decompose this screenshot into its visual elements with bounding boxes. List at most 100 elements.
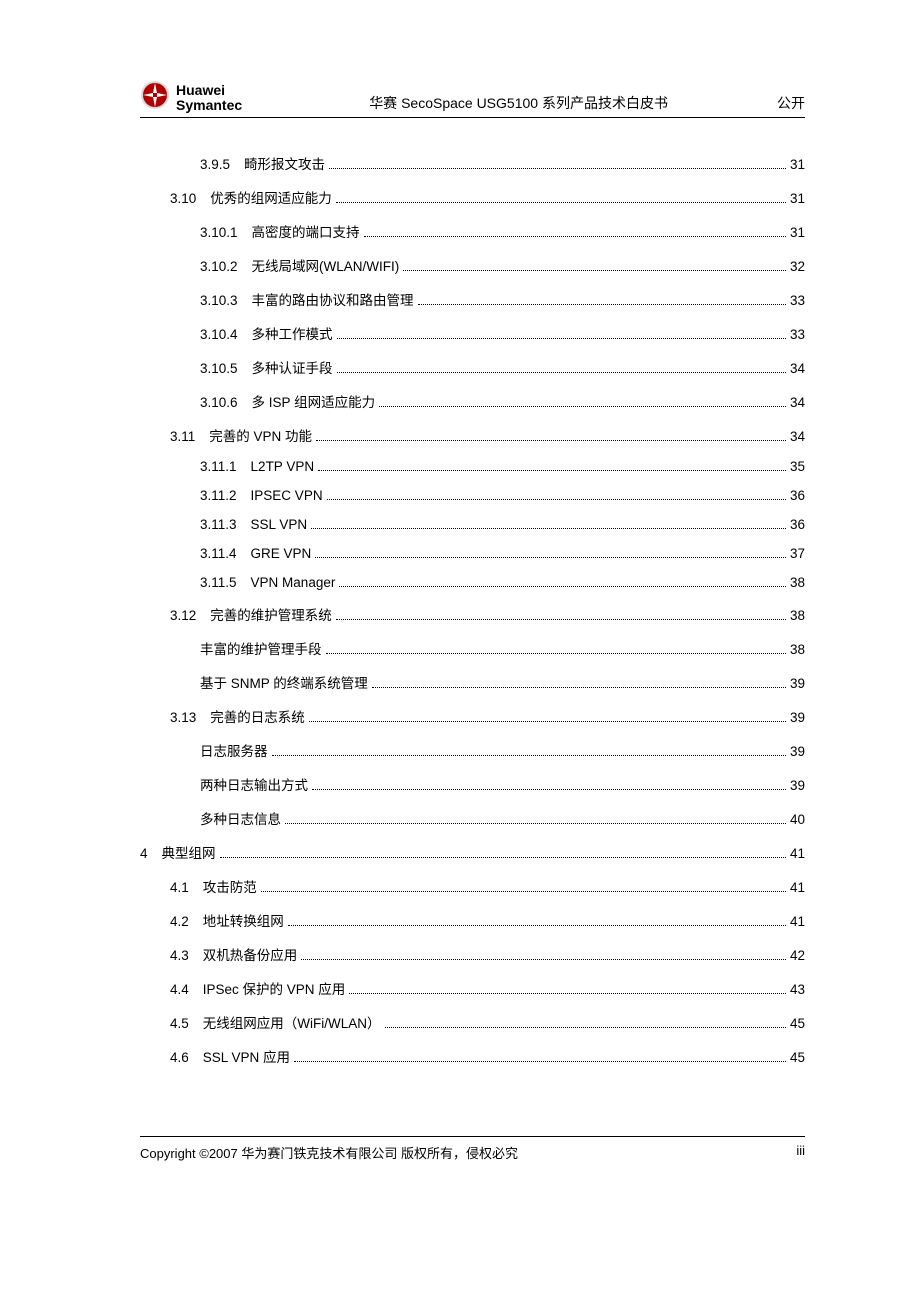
- toc-leader-dots: [336, 202, 786, 203]
- toc-entry-number: 3.10.6: [200, 395, 238, 410]
- toc-entry-page: 41: [790, 880, 805, 895]
- toc-leader-dots: [318, 470, 786, 471]
- toc-entry-page: 34: [790, 429, 805, 444]
- toc-entry-page: 38: [790, 608, 805, 623]
- toc-entry-title: 优秀的组网适应能力: [210, 187, 332, 207]
- toc-entry-title: VPN Manager: [251, 575, 336, 590]
- toc-entry: 3.11完善的 VPN 功能34: [140, 425, 805, 445]
- toc-entry-page: 31: [790, 191, 805, 206]
- sunburst-icon: [140, 80, 170, 115]
- toc-entry-number: 3.13: [170, 710, 196, 725]
- toc-entry-title: 基于 SNMP 的终端系统管理: [200, 672, 368, 692]
- toc-leader-dots: [220, 857, 786, 858]
- copyright-text: Copyright ©2007 华为赛门铁克技术有限公司 版权所有，侵权必究: [140, 1143, 518, 1162]
- header-title: 华赛 SecoSpace USG5100 系列产品技术白皮书: [272, 93, 765, 115]
- toc-entry-page: 36: [790, 517, 805, 532]
- toc-entry: 4.4 IPSec 保护的 VPN 应用 43: [140, 978, 805, 998]
- toc-leader-dots: [329, 168, 786, 169]
- toc-entry-page: 43: [790, 982, 805, 997]
- toc-entry-page: 41: [790, 846, 805, 861]
- toc-entry: 3.10.6多 ISP 组网适应能力34: [140, 391, 805, 411]
- toc-entry-title: 完善的日志系统: [210, 706, 305, 726]
- toc-entry: 4.2 地址转换组网 41: [140, 910, 805, 930]
- toc-entry-number: 3.11.4: [200, 546, 237, 561]
- toc-entry-title: 攻击防范: [203, 876, 257, 896]
- toc-entry-title: 典型组网: [162, 842, 216, 862]
- toc-entry-number: 3.12: [170, 608, 196, 623]
- toc-leader-dots: [288, 925, 786, 926]
- toc-entry-number: 3.11.2: [200, 488, 237, 503]
- toc-entry-title: SSL VPN 应用: [203, 1046, 290, 1066]
- toc-leader-dots: [261, 891, 786, 892]
- toc-entry-page: 32: [790, 259, 805, 274]
- toc-entry: 3.11.2 IPSEC VPN 36: [140, 488, 805, 503]
- toc-leader-dots: [337, 338, 786, 339]
- toc-entry-title: 畸形报文攻击: [244, 153, 325, 173]
- toc-entry-page: 36: [790, 488, 805, 503]
- toc-entry-number: 4.3: [170, 948, 189, 963]
- toc-entry-number: 3.10.3: [200, 293, 238, 308]
- toc-entry-number: 3.10.5: [200, 361, 238, 376]
- toc-entry-number: 3.10.2: [200, 259, 238, 274]
- toc-entry-title: SSL VPN: [251, 517, 308, 532]
- toc-entry: 4.3双机热备份应用42: [140, 944, 805, 964]
- toc-leader-dots: [301, 959, 786, 960]
- toc-leader-dots: [326, 653, 786, 654]
- toc-entry-page: 39: [790, 710, 805, 725]
- toc-entry: 3.9.5畸形报文攻击31: [140, 153, 805, 173]
- toc-leader-dots: [312, 789, 786, 790]
- brand-text: Huawei Symantec: [176, 83, 242, 112]
- toc-entry: 3.10.3丰富的路由协议和路由管理33: [140, 289, 805, 309]
- toc-entry-number: 3.10.1: [200, 225, 238, 240]
- toc-leader-dots: [349, 993, 786, 994]
- toc-leader-dots: [403, 270, 786, 271]
- toc-entry: 3.10.5多种认证手段34: [140, 357, 805, 377]
- toc-entry-title: 日志服务器: [200, 740, 268, 760]
- toc-entry-title: IPSEC VPN: [251, 488, 323, 503]
- toc-entry-number: 4.4: [170, 982, 189, 997]
- page-footer: Copyright ©2007 华为赛门铁克技术有限公司 版权所有，侵权必究 i…: [140, 1136, 805, 1162]
- toc-entry: 4.5无线组网应用（WiFi/WLAN）45: [140, 1012, 805, 1032]
- toc-entry-title: L2TP VPN: [251, 459, 315, 474]
- toc-entry-title: 地址转换组网: [203, 910, 284, 930]
- toc-leader-dots: [272, 755, 786, 756]
- toc-entry-title: 无线局域网(WLAN/WIFI): [252, 255, 400, 275]
- toc-entry: 3.12完善的维护管理系统38: [140, 604, 805, 624]
- toc-entry-title: 多 ISP 组网适应能力: [252, 391, 376, 411]
- toc-entry-title: 多种认证手段: [252, 357, 333, 377]
- toc-entry-page: 38: [790, 575, 805, 590]
- toc-entry-number: 3.9.5: [200, 157, 230, 172]
- toc-entry-number: 3.11.1: [200, 459, 237, 474]
- toc-entry: 3.10.1高密度的端口支持31: [140, 221, 805, 241]
- toc-entry-page: 45: [790, 1016, 805, 1031]
- toc-entry: 3.11.4GRE VPN37: [140, 546, 805, 561]
- toc-entry-title: 多种工作模式: [252, 323, 333, 343]
- toc-entry-title: IPSec 保护的 VPN 应用: [203, 978, 346, 998]
- toc-entry-page: 41: [790, 914, 805, 929]
- table-of-contents: 3.9.5畸形报文攻击313.10优秀的组网适应能力313.10.1高密度的端口…: [140, 153, 805, 1066]
- toc-entry-number: 4.2: [170, 914, 189, 929]
- toc-leader-dots: [379, 406, 786, 407]
- toc-entry-page: 37: [790, 546, 805, 561]
- header-classification: 公开: [765, 93, 805, 115]
- toc-entry-page: 33: [790, 293, 805, 308]
- toc-entry-title: 双机热备份应用: [203, 944, 298, 964]
- toc-leader-dots: [316, 440, 786, 441]
- toc-entry: 4.6SSL VPN 应用45: [140, 1046, 805, 1066]
- toc-entry-number: 3.10.4: [200, 327, 238, 342]
- toc-entry-title: 两种日志输出方式: [200, 774, 308, 794]
- toc-leader-dots: [294, 1061, 786, 1062]
- toc-entry: 日志服务器39: [140, 740, 805, 760]
- toc-entry: 多种日志信息40: [140, 808, 805, 828]
- page-header: Huawei Symantec 华赛 SecoSpace USG5100 系列产…: [140, 80, 805, 118]
- toc-entry-number: 3.11.5: [200, 575, 237, 590]
- toc-entry-page: 33: [790, 327, 805, 342]
- toc-entry: 基于 SNMP 的终端系统管理39: [140, 672, 805, 692]
- toc-leader-dots: [315, 557, 786, 558]
- toc-entry-title: 无线组网应用（WiFi/WLAN）: [203, 1012, 381, 1032]
- toc-entry-page: 35: [790, 459, 805, 474]
- toc-entry-number: 4: [140, 846, 148, 861]
- brand-line2: Symantec: [176, 98, 242, 113]
- toc-entry: 3.10优秀的组网适应能力31: [140, 187, 805, 207]
- toc-entry-page: 39: [790, 778, 805, 793]
